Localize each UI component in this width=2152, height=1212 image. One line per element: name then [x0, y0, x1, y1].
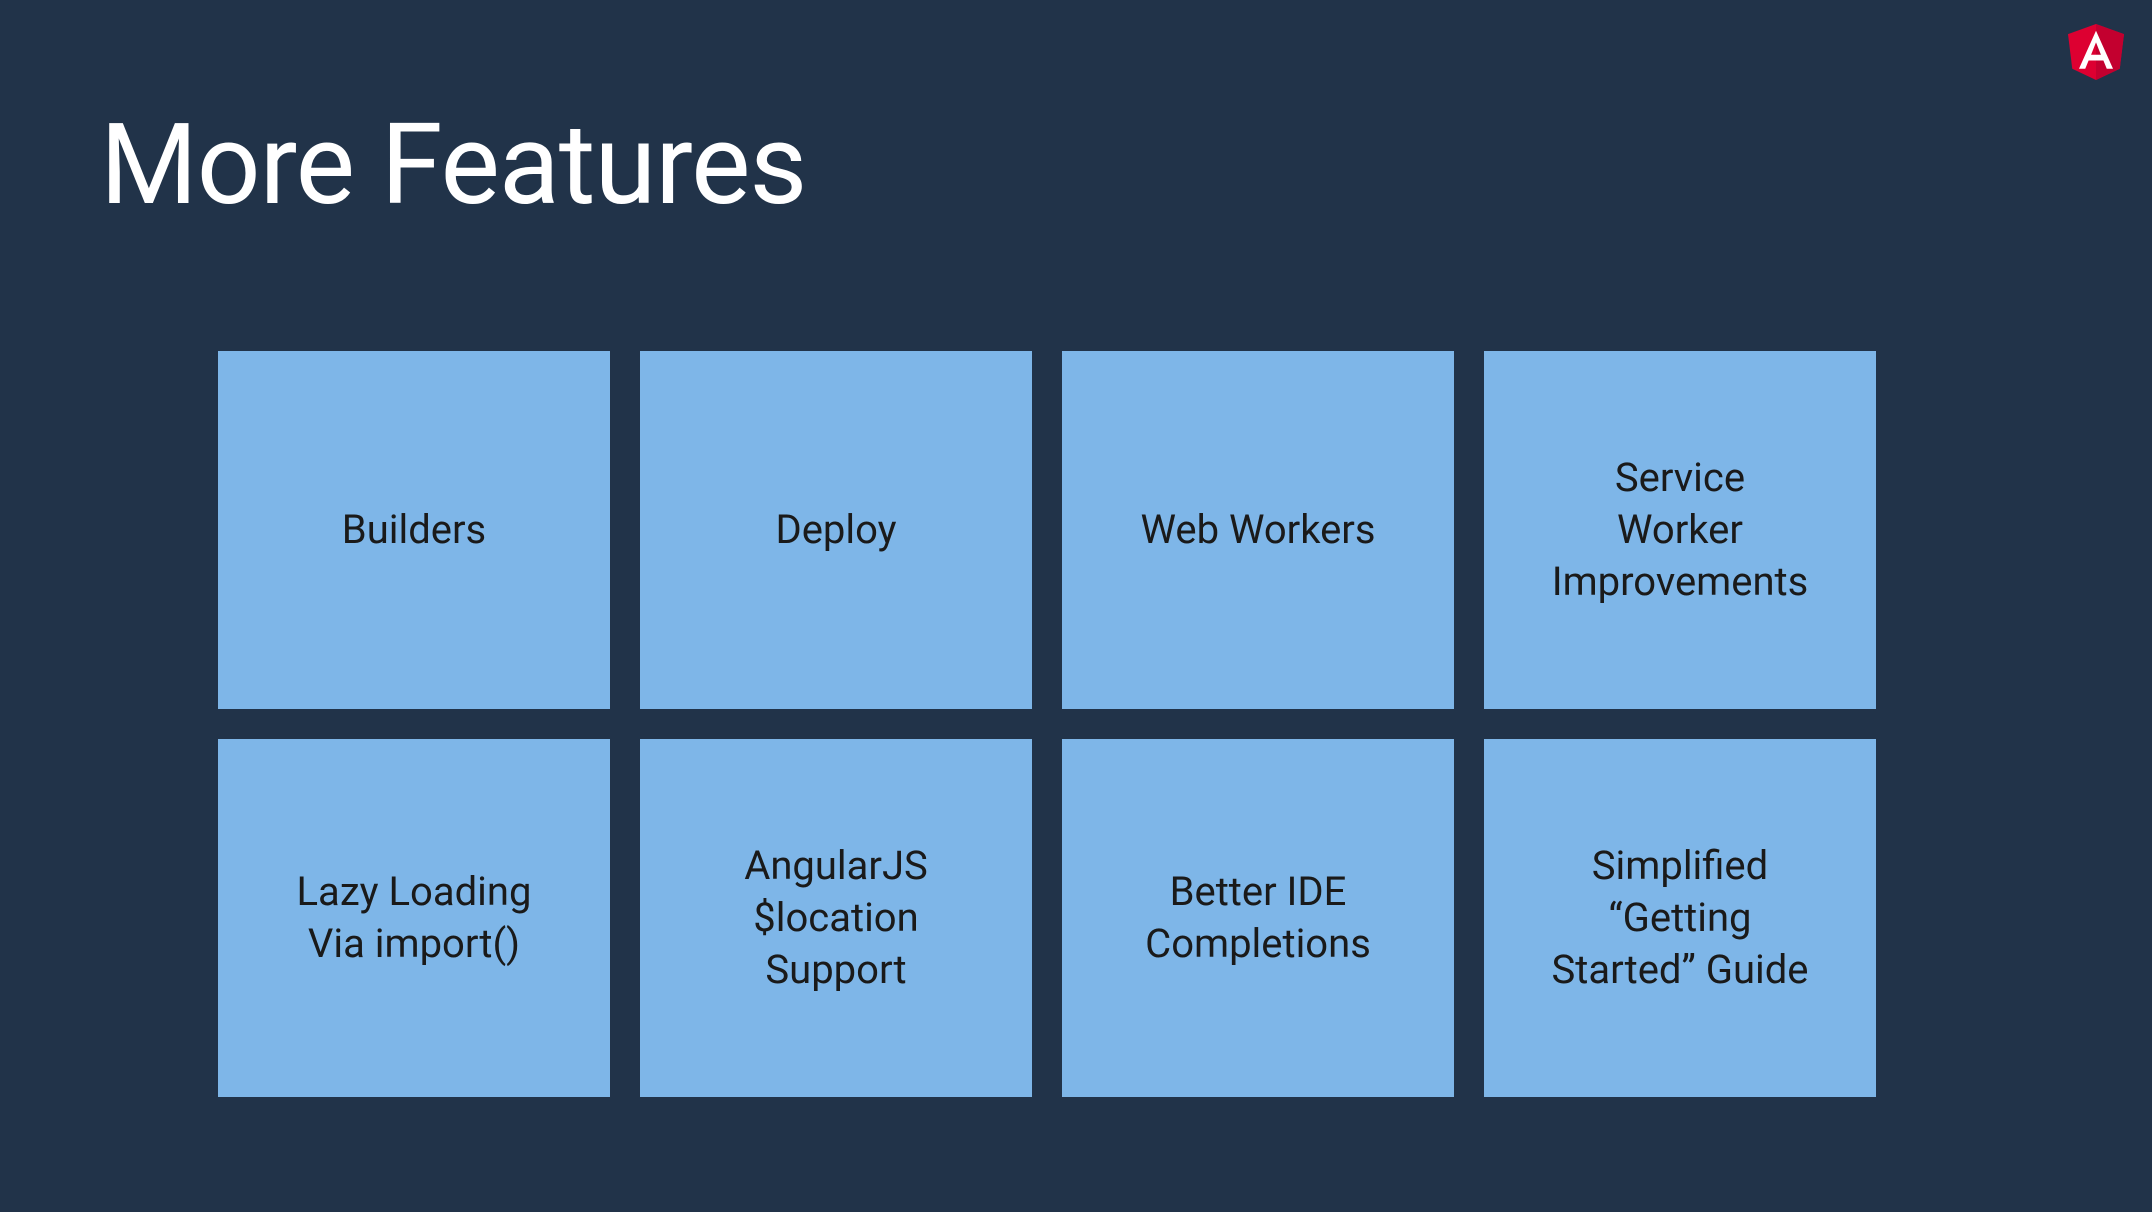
feature-label: Deploy: [775, 504, 896, 556]
feature-grid: Builders Deploy Web Workers Service Work…: [218, 351, 1876, 1097]
angular-logo-icon: [2068, 22, 2124, 82]
feature-label: Simplified “Getting Started” Guide: [1552, 840, 1809, 996]
feature-label: Web Workers: [1140, 504, 1375, 556]
feature-tile: Simplified “Getting Started” Guide: [1484, 739, 1876, 1097]
feature-label: Better IDE Completions: [1145, 866, 1371, 970]
feature-tile: Lazy Loading Via import(): [218, 739, 610, 1097]
feature-label: Service Worker Improvements: [1552, 452, 1809, 608]
feature-tile: AngularJS $location Support: [640, 739, 1032, 1097]
feature-tile: Web Workers: [1062, 351, 1454, 709]
feature-tile: Deploy: [640, 351, 1032, 709]
feature-label: Builders: [342, 504, 486, 556]
feature-tile: Service Worker Improvements: [1484, 351, 1876, 709]
feature-tile: Better IDE Completions: [1062, 739, 1454, 1097]
feature-label: AngularJS $location Support: [744, 840, 928, 996]
slide-title: More Features: [100, 100, 806, 231]
feature-tile: Builders: [218, 351, 610, 709]
feature-label: Lazy Loading Via import(): [297, 866, 532, 970]
